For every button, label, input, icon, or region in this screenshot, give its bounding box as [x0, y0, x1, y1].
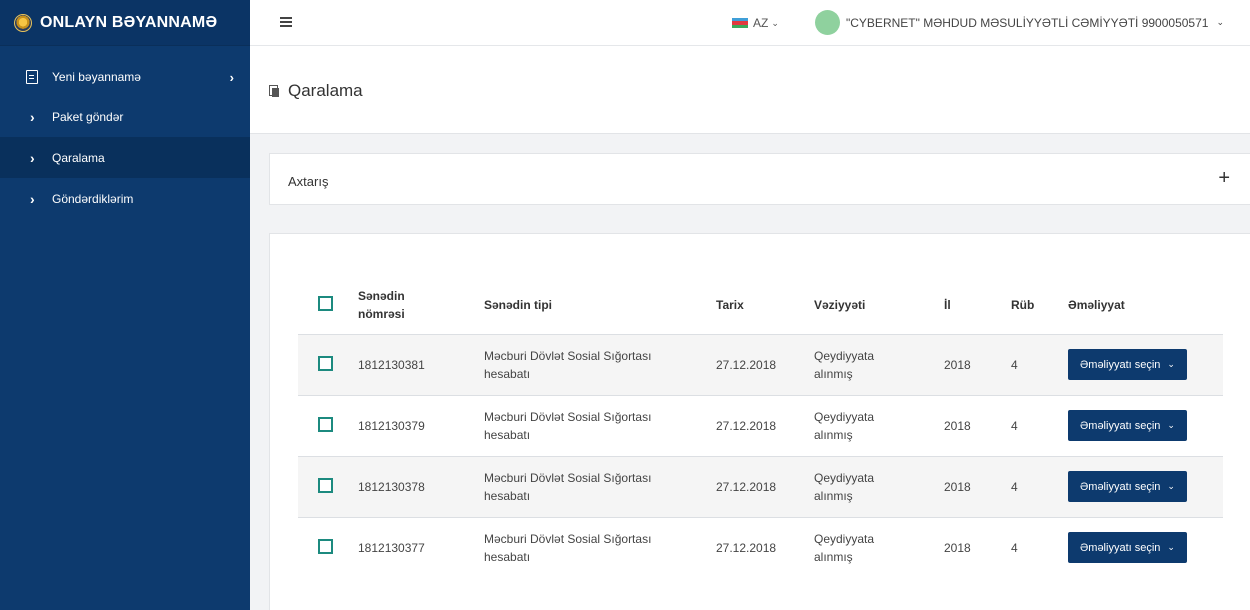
sidebar: ONLAYN BƏYANNAMƏ Yeni bəyannamə › › Pake… [0, 0, 250, 610]
drafts-table: Sənədin nömrəsi Sənədin tipi Tarix Vəziy… [298, 276, 1223, 578]
cell-date: 27.12.2018 [716, 456, 814, 518]
document-icon [26, 70, 38, 84]
search-panel-label[interactable]: Axtarış [288, 174, 328, 189]
chevron-down-icon: ⌄ [771, 17, 779, 28]
column-header-action: Əməliyyat [1068, 276, 1223, 335]
action-select-button[interactable]: Əməliyyatı seçin ⌄ [1068, 532, 1187, 564]
cell-quarter: 4 [1011, 395, 1068, 457]
chevron-down-icon: ⌄ [1167, 420, 1175, 430]
chevron-down-icon: ⌄ [1167, 481, 1175, 491]
app-title: ONLAYN BƏYANNAMƏ [40, 13, 218, 31]
cell-number: 1812130379 [358, 395, 484, 457]
column-header-number: Sənədin nömrəsi [358, 276, 484, 335]
cell-type: Məcburi Dövlət Sosial Sığortası hesabatı [484, 334, 716, 396]
sidebar-item-gonderdiklerim[interactable]: › Göndərdiklərim [0, 178, 250, 219]
cell-number: 1812130378 [358, 456, 484, 518]
language-label: AZ [753, 16, 769, 30]
chevron-right-icon: › [30, 149, 35, 166]
avatar [815, 10, 840, 35]
copy-icon [269, 85, 280, 97]
cell-state: Qeydiyyata alınmış [814, 395, 944, 457]
table-row: 1812130381 Məcburi Dövlət Sosial Sığorta… [298, 334, 1223, 396]
chevron-right-icon: › [229, 69, 234, 85]
table-row: 1812130377 Məcburi Dövlət Sosial Sığorta… [298, 517, 1223, 578]
row-checkbox[interactable] [318, 416, 333, 432]
cell-type: Məcburi Dövlət Sosial Sığortası hesabatı [484, 456, 716, 518]
hamburger-menu-icon[interactable] [280, 17, 292, 27]
row-checkbox[interactable] [318, 538, 333, 554]
table-panel: Sənədin nömrəsi Sənədin tipi Tarix Vəziy… [269, 233, 1250, 610]
sidebar-item-paket-gonder[interactable]: › Paket göndər [0, 96, 250, 137]
sidebar-item-label: Paket göndər [52, 109, 124, 124]
cell-type: Məcburi Dövlət Sosial Sığortası hesabatı [484, 531, 652, 564]
cell-date: 27.12.2018 [716, 540, 777, 555]
sidebar-item-qaralama[interactable]: › Qaralama [0, 137, 250, 178]
azerbaijan-flag-icon [732, 18, 748, 28]
column-header-year: İl [944, 276, 1011, 335]
chevron-down-icon: ⌄ [1216, 17, 1224, 27]
language-selector[interactable]: AZ ⌄ [732, 16, 779, 30]
cell-state: Qeydiyyata alınmış [814, 456, 944, 518]
cell-state: Qeydiyyata alınmış [814, 531, 875, 564]
column-header-type: Sənədin tipi [484, 276, 716, 335]
brand[interactable]: ONLAYN BƏYANNAMƏ [0, 0, 250, 46]
column-header-date: Tarix [716, 276, 814, 335]
chevron-right-icon: › [30, 108, 35, 125]
cell-year: 2018 [944, 456, 1011, 518]
row-checkbox[interactable] [318, 477, 333, 493]
user-menu[interactable]: "CYBERNET" MƏHDUD MƏSULİYYƏTLİ CƏMİYYƏTİ… [815, 10, 1224, 35]
table-header-row: Sənədin nömrəsi Sənədin tipi Tarix Vəziy… [298, 276, 1223, 335]
cell-state: Qeydiyyata alınmış [814, 334, 944, 396]
chevron-right-icon: › [30, 190, 35, 207]
cell-quarter: 4 [1011, 540, 1018, 555]
emblem-logo-icon [14, 13, 32, 32]
sidebar-item-label: Göndərdiklərim [52, 191, 134, 206]
cell-quarter: 4 [1011, 456, 1068, 518]
action-select-button[interactable]: Əməliyyatı seçin ⌄ [1068, 349, 1187, 380]
page-title-text: Qaralama [288, 81, 363, 100]
expand-plus-icon[interactable]: + [1218, 167, 1230, 190]
cell-date: 27.12.2018 [716, 334, 814, 396]
user-name: "CYBERNET" MƏHDUD MƏSULİYYƏTLİ CƏMİYYƏTİ… [846, 15, 1209, 30]
cell-type: Məcburi Dövlət Sosial Sığortası hesabatı [484, 395, 716, 457]
cell-number: 1812130377 [358, 540, 425, 555]
chevron-down-icon: ⌄ [1167, 359, 1175, 369]
sidebar-item-label: Yeni bəyannamə [52, 70, 141, 84]
action-select-button[interactable]: Əməliyyatı seçin ⌄ [1068, 471, 1187, 502]
cell-quarter: 4 [1011, 334, 1068, 396]
sidebar-nav: Yeni bəyannamə › › Paket göndər › Qarala… [0, 46, 250, 219]
page-header: Qaralama [250, 46, 1250, 134]
cell-year: 2018 [944, 540, 971, 555]
topbar: AZ ⌄ "CYBERNET" MƏHDUD MƏSULİYYƏTLİ CƏMİ… [250, 0, 1250, 46]
column-header-quarter: Rüb [1011, 276, 1068, 335]
page-title: Qaralama [269, 81, 363, 101]
sidebar-item-yeni-beyanname[interactable]: Yeni bəyannamə › [0, 58, 250, 96]
cell-number: 1812130381 [358, 334, 484, 396]
column-header-state: Vəziyyəti [814, 276, 944, 335]
sidebar-item-label: Qaralama [52, 150, 105, 165]
cell-year: 2018 [944, 395, 1011, 457]
select-all-checkbox[interactable] [318, 295, 333, 311]
cell-year: 2018 [944, 334, 1011, 396]
table-row: 1812130379 Məcburi Dövlət Sosial Sığorta… [298, 395, 1223, 457]
search-panel: Axtarış + [269, 153, 1250, 205]
row-checkbox[interactable] [318, 355, 333, 371]
chevron-down-icon: ⌄ [1167, 542, 1175, 553]
cell-date: 27.12.2018 [716, 395, 814, 457]
table-row: 1812130378 Məcburi Dövlət Sosial Sığorta… [298, 456, 1223, 518]
action-select-button[interactable]: Əməliyyatı seçin ⌄ [1068, 410, 1187, 441]
